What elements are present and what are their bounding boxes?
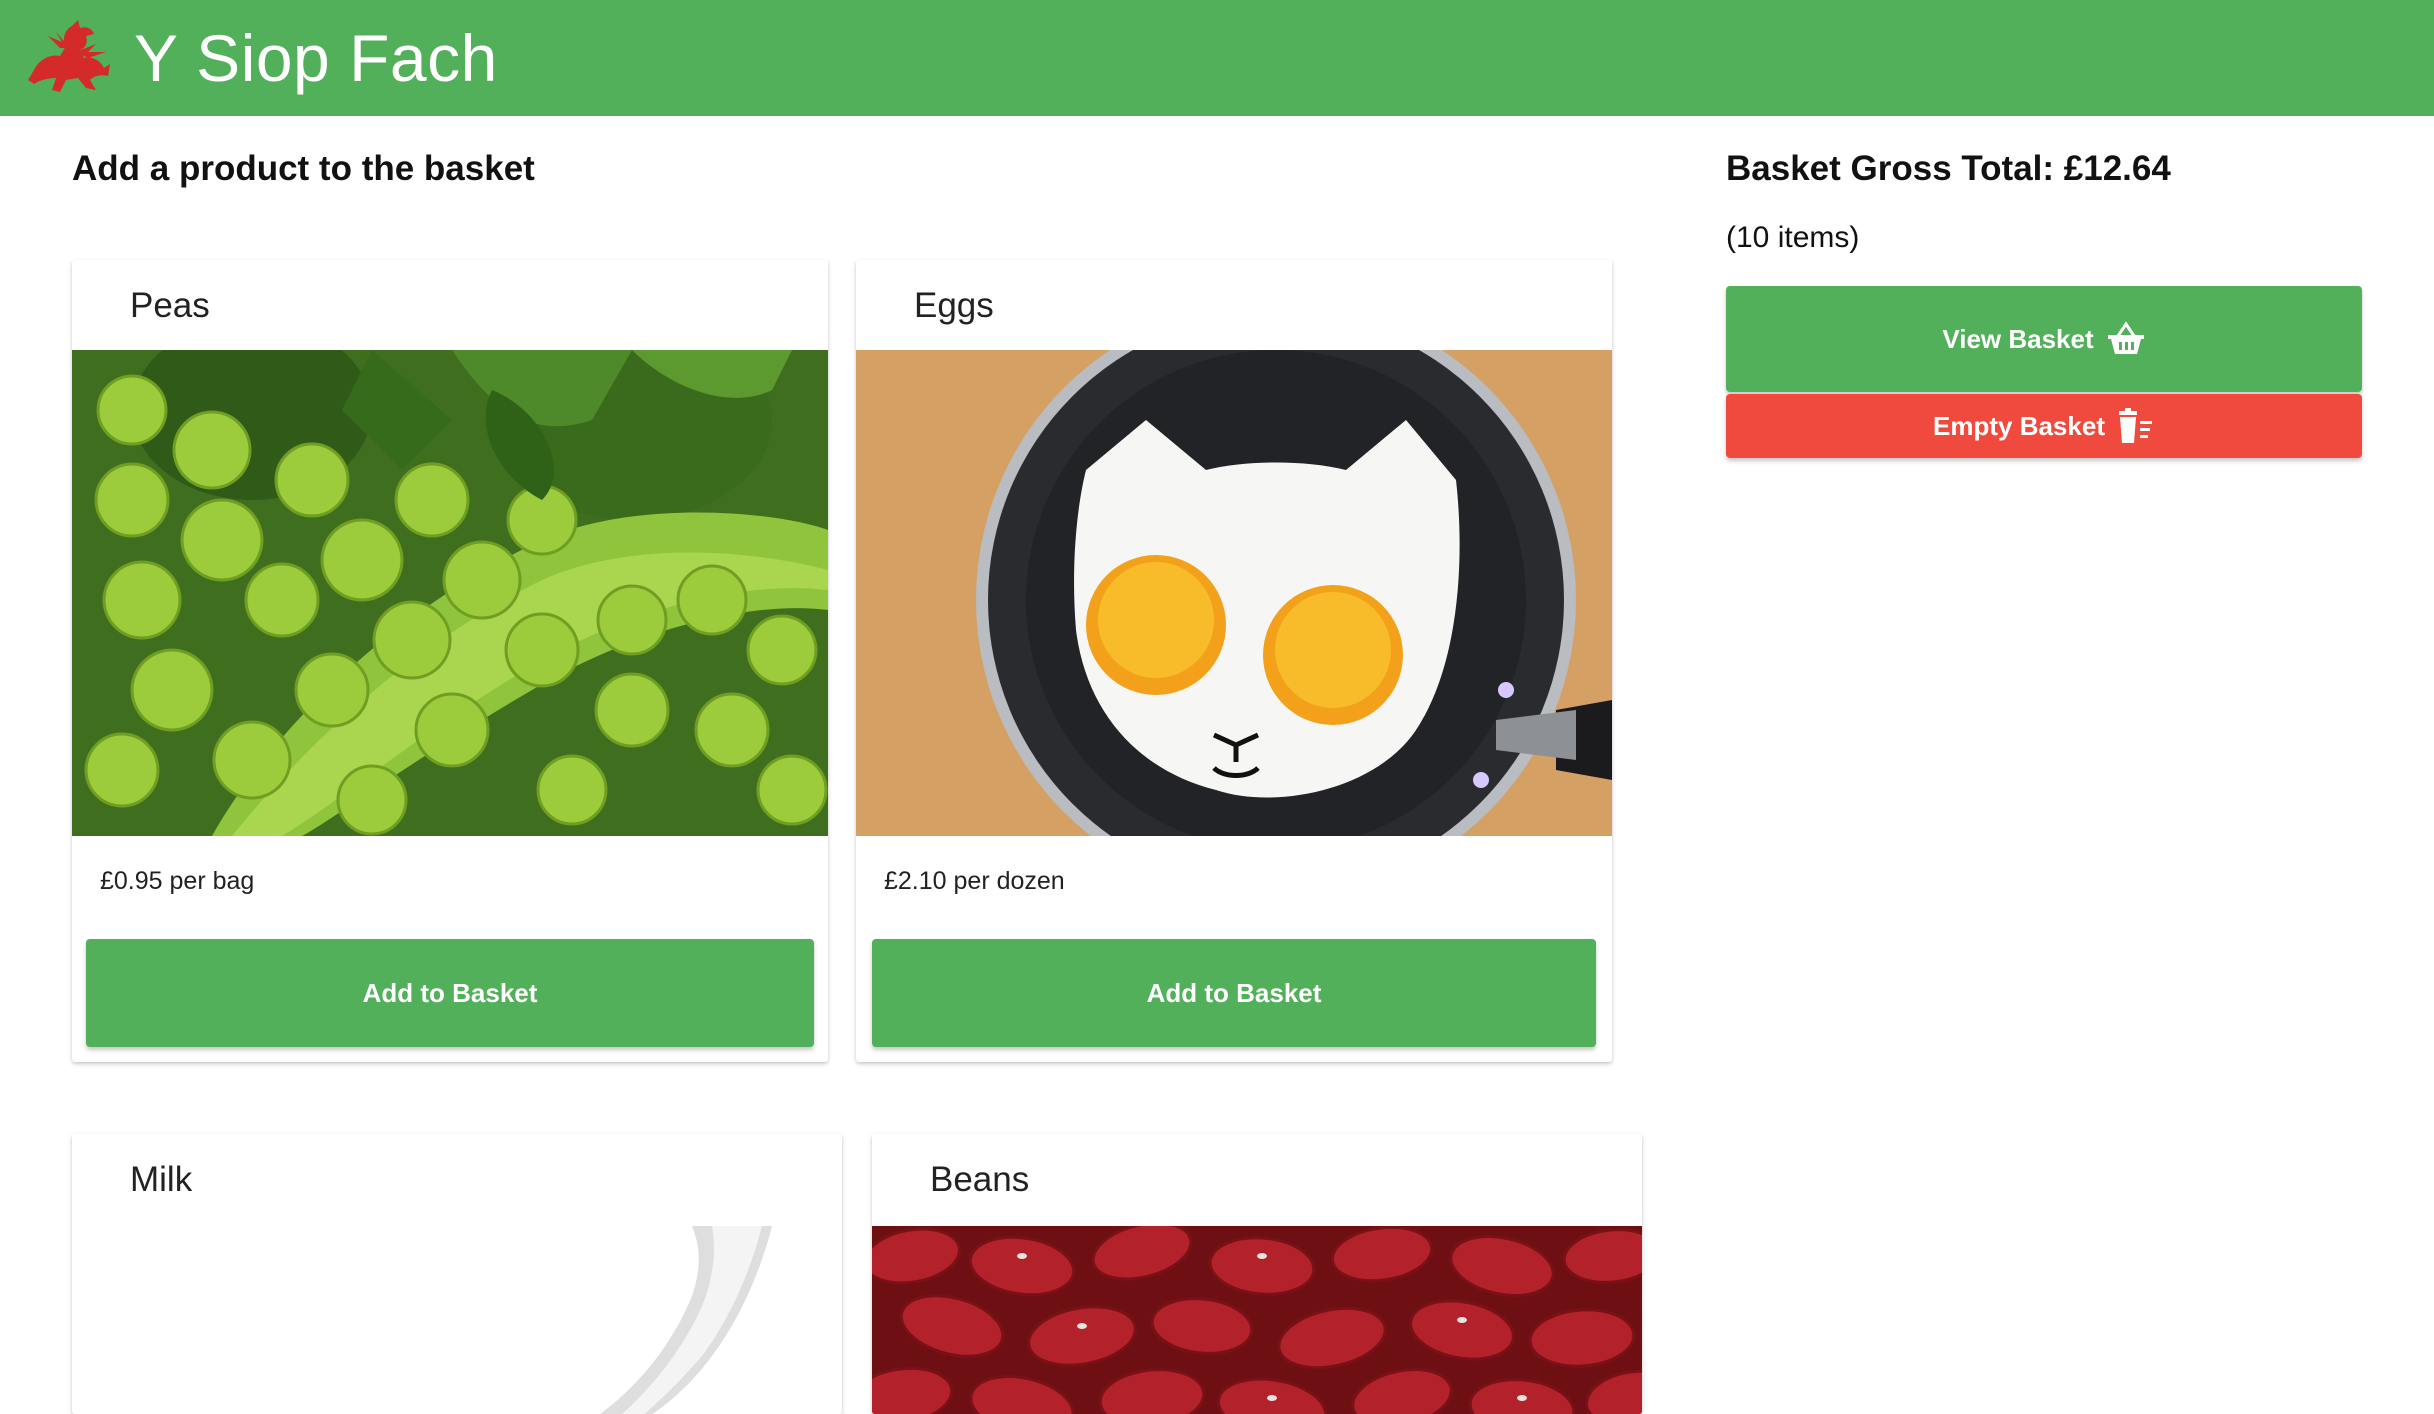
product-card-beans: Beans — [872, 1134, 1642, 1414]
empty-basket-button[interactable]: Empty Basket — [1726, 394, 2362, 458]
product-card-eggs: Eggs £2.10 per dozen Add to Basket — [856, 260, 1612, 1062]
basket-gross-total: Basket Gross Total: £12.64 — [1726, 149, 2171, 188]
product-title: Milk — [130, 1160, 193, 1199]
basket-item-count: (10 items) — [1726, 221, 1860, 254]
product-card-peas: Peas £0.95 per bag Add to Basket — [72, 260, 828, 1062]
product-price: £0.95 per bag — [100, 867, 255, 895]
kidney-beans-photo — [872, 1226, 1642, 1414]
site-header: Y Siop Fach — [0, 0, 2434, 116]
add-to-basket-button[interactable]: Add to Basket — [872, 939, 1596, 1047]
product-title: Peas — [130, 286, 210, 325]
cat-shaped-fried-eggs-photo — [856, 350, 1612, 836]
product-title: Beans — [930, 1160, 1030, 1199]
empty-basket-label: Empty Basket — [1933, 410, 2105, 441]
site-title[interactable]: Y Siop Fach — [134, 20, 498, 96]
trash-list-icon — [2115, 407, 2155, 445]
page-heading: Add a product to the basket — [72, 149, 535, 188]
milk-splash-photo — [72, 1226, 842, 1414]
welsh-dragon-icon[interactable] — [26, 18, 116, 96]
product-title: Eggs — [914, 286, 994, 325]
product-price: £2.10 per dozen — [884, 867, 1065, 895]
view-basket-label: View Basket — [1942, 323, 2094, 354]
peas-photo — [72, 350, 828, 836]
view-basket-button[interactable]: View Basket — [1726, 286, 2362, 392]
shopping-basket-icon — [2106, 320, 2146, 358]
add-to-basket-button[interactable]: Add to Basket — [86, 939, 814, 1047]
product-card-milk: Milk — [72, 1134, 842, 1414]
